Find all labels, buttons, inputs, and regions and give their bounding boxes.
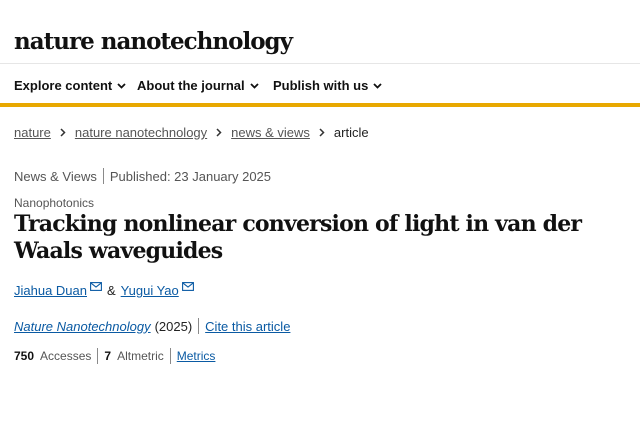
article-title: Tracking nonlinear conversion of light i… bbox=[14, 211, 582, 264]
breadcrumb: nature nature nanotechnology news & view… bbox=[14, 125, 369, 140]
accesses-label: Accesses bbox=[40, 349, 92, 363]
author-list: Jiahua Duan & Yugui Yao bbox=[14, 282, 194, 298]
publication-year: (2025) bbox=[154, 318, 193, 334]
nav-explore-content[interactable]: Explore content bbox=[14, 78, 126, 93]
divider bbox=[198, 318, 200, 334]
nav-label: Explore content bbox=[14, 78, 113, 93]
accesses-count: 750 bbox=[14, 349, 35, 363]
envelope-icon[interactable] bbox=[90, 282, 102, 291]
author-link[interactable]: Jiahua Duan bbox=[14, 283, 87, 298]
article-metrics: 750 Accesses 7 Altmetric Metrics bbox=[14, 348, 215, 364]
chevron-right-icon bbox=[216, 128, 222, 137]
breadcrumb-nature[interactable]: nature bbox=[14, 125, 51, 140]
breadcrumb-nature-nanotechnology[interactable]: nature nanotechnology bbox=[75, 125, 207, 140]
nav-publish-with-us[interactable]: Publish with us bbox=[273, 78, 382, 93]
article-meta: News & Views Published: 23 January 2025 bbox=[14, 168, 271, 184]
author-separator: & bbox=[107, 283, 116, 298]
journal-link[interactable]: Nature Nanotechnology bbox=[14, 319, 151, 334]
nav-about-journal[interactable]: About the journal bbox=[137, 78, 259, 93]
publish-date: Published: 23 January 2025 bbox=[109, 168, 272, 184]
breadcrumb-current: article bbox=[333, 125, 369, 140]
article-type: News & Views bbox=[14, 168, 97, 184]
main-nav: Explore content About the journal Publis… bbox=[0, 64, 640, 107]
divider bbox=[102, 168, 104, 184]
citation-line: Nature Nanotechnology (2025) Cite this a… bbox=[14, 318, 290, 334]
breadcrumb-news-views[interactable]: news & views bbox=[231, 125, 310, 140]
chevron-down-icon bbox=[249, 82, 259, 89]
chevron-down-icon bbox=[117, 82, 126, 89]
article-subject: Nanophotonics bbox=[14, 196, 95, 210]
journal-logo[interactable]: nature nanotechnology bbox=[14, 28, 293, 55]
cite-article-link[interactable]: Cite this article bbox=[205, 319, 290, 334]
author-link[interactable]: Yugui Yao bbox=[121, 283, 179, 298]
divider bbox=[169, 348, 171, 364]
chevron-right-icon bbox=[319, 128, 325, 137]
site-header: nature nanotechnology bbox=[0, 0, 640, 64]
envelope-icon[interactable] bbox=[181, 282, 194, 291]
divider bbox=[97, 348, 99, 364]
chevron-right-icon bbox=[60, 128, 66, 137]
metrics-link[interactable]: Metrics bbox=[177, 349, 216, 363]
altmetric-count: 7 bbox=[104, 349, 112, 363]
altmetric-label: Altmetric bbox=[117, 349, 164, 363]
nav-label: About the journal bbox=[137, 78, 245, 93]
chevron-down-icon bbox=[373, 82, 382, 89]
nav-label: Publish with us bbox=[273, 78, 369, 93]
